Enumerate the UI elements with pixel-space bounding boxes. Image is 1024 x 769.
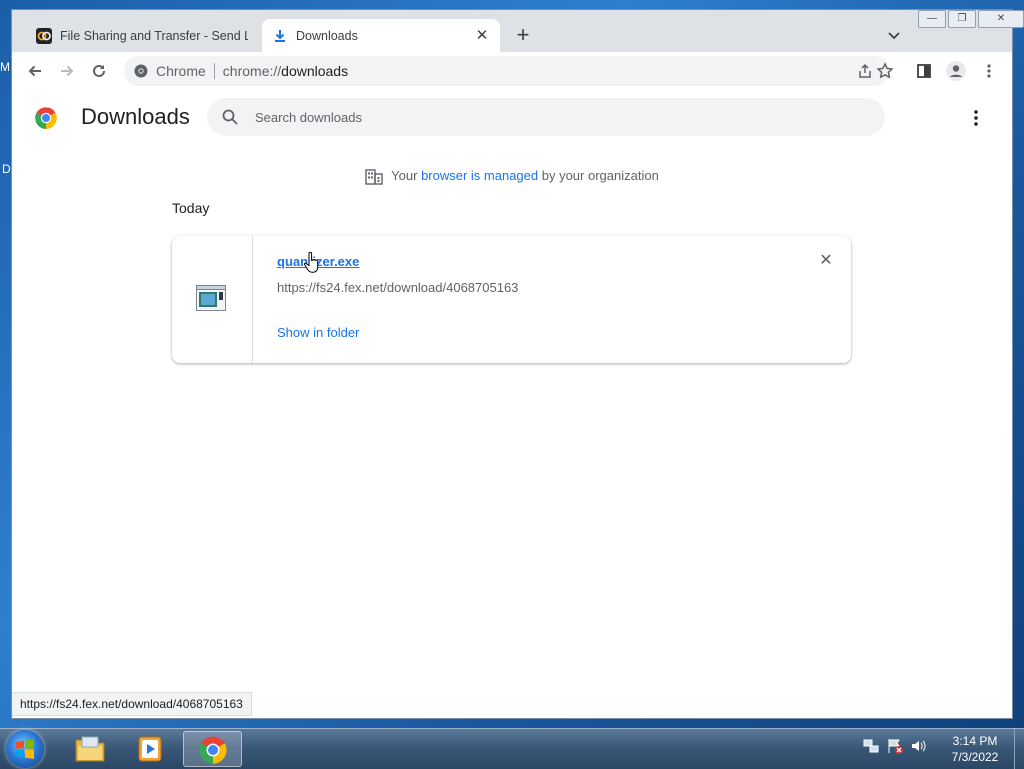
download-source-url[interactable]: https://fs24.fex.net/download/4068705163: [277, 280, 518, 295]
tab-title: File Sharing and Transfer - Send L: [60, 28, 248, 43]
action-center-flag-icon[interactable]: [886, 737, 904, 755]
omnibox-separator: [213, 63, 215, 79]
profile-avatar-icon[interactable]: [945, 60, 967, 82]
windows-logo-icon: [16, 739, 34, 759]
desktop-icon-label-fragment: D: [2, 162, 11, 176]
chevron-down-icon[interactable]: [885, 26, 903, 44]
address-bar[interactable]: Chrome chrome://downloads: [124, 56, 890, 86]
show-in-folder-link[interactable]: Show in folder: [277, 325, 359, 340]
taskbar-chrome[interactable]: [183, 731, 242, 767]
tab-file-sharing[interactable]: File Sharing and Transfer - Send L: [26, 19, 258, 52]
chrome-icon: [134, 64, 148, 78]
taskbar-clock[interactable]: 3:14 PM 7/3/2022: [940, 733, 1010, 765]
fex-logo-icon: [36, 27, 52, 44]
download-item-card: quantizer.exe https://fs24.fex.net/downl…: [172, 236, 851, 363]
omnibox-chip-label: Chrome: [156, 63, 206, 79]
start-button[interactable]: [6, 730, 44, 768]
managed-notice: Your browser is managed by your organiza…: [12, 168, 1012, 185]
date-group-heading: Today: [172, 200, 210, 216]
url-path: downloads: [281, 63, 349, 79]
reload-icon[interactable]: [88, 60, 110, 82]
tab-strip: File Sharing and Transfer - Send L Downl…: [12, 10, 1024, 52]
building-icon: [365, 168, 383, 185]
url-scheme: chrome://: [222, 63, 282, 79]
downloads-page: Downloads Your browser is managed by you…: [12, 90, 1012, 718]
tab-downloads[interactable]: Downloads ✕: [262, 19, 500, 52]
browser-menu-icon[interactable]: [978, 60, 1000, 82]
bookmark-star-icon[interactable]: [874, 60, 896, 82]
back-arrow-icon[interactable]: [24, 60, 46, 82]
url-text: chrome://downloads: [223, 63, 348, 79]
clock-date: 7/3/2022: [951, 750, 999, 764]
clock-time: 3:14 PM: [952, 734, 998, 748]
forward-arrow-icon[interactable]: [56, 60, 78, 82]
share-icon[interactable]: [857, 63, 873, 79]
media-player-icon: [138, 736, 162, 762]
new-tab-button[interactable]: +: [512, 24, 534, 46]
side-panel-icon[interactable]: [913, 60, 935, 82]
more-options-icon[interactable]: [968, 108, 984, 128]
downloads-header: Downloads: [12, 90, 1012, 146]
download-icon: [275, 29, 285, 42]
file-icon-cell: [172, 236, 253, 363]
chrome-window: File Sharing and Transfer - Send L Downl…: [12, 10, 1024, 718]
windows-taskbar: 3:14 PM 7/3/2022: [0, 728, 1024, 769]
desktop-icon-label-fragment: M: [0, 60, 10, 74]
close-tab-icon[interactable]: ✕: [474, 27, 490, 44]
taskbar-media-player[interactable]: [122, 731, 178, 767]
window-controls: — ❐ ✕: [916, 10, 1024, 28]
network-icon[interactable]: [862, 737, 880, 755]
close-window-button[interactable]: ✕: [978, 10, 1024, 28]
chrome-logo-icon: [35, 107, 57, 129]
page-title: Downloads: [81, 104, 190, 129]
restore-button[interactable]: ❐: [948, 10, 976, 28]
browser-toolbar: Chrome chrome://downloads: [12, 52, 1012, 91]
remove-download-icon[interactable]: ✕: [818, 253, 834, 269]
taskbar-explorer[interactable]: [62, 731, 118, 767]
chrome-icon: [199, 736, 227, 764]
managed-prefix: Your: [391, 168, 422, 183]
system-tray: [862, 737, 934, 755]
explorer-icon: [75, 736, 105, 762]
link-status-bubble: https://fs24.fex.net/download/4068705163: [12, 692, 252, 716]
tab-title: Downloads: [296, 28, 358, 43]
executable-file-icon: [196, 285, 226, 311]
managed-suffix: by your organization: [538, 168, 659, 183]
search-icon: [222, 109, 238, 125]
show-desktop-button[interactable]: [1014, 729, 1024, 769]
minimize-button[interactable]: —: [918, 10, 946, 28]
hand-cursor-icon: [304, 252, 319, 273]
volume-icon[interactable]: [910, 737, 928, 755]
search-input[interactable]: [253, 108, 837, 126]
search-bar[interactable]: [207, 98, 885, 136]
managed-link[interactable]: browser is managed: [421, 168, 538, 183]
